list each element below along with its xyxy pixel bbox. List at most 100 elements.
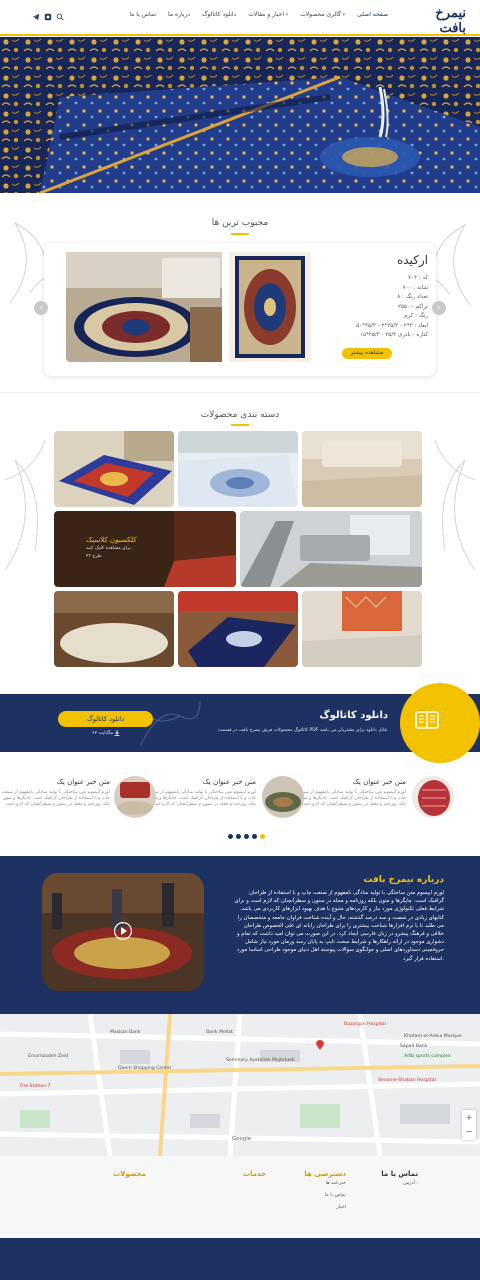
spec-density: تراکم : ۲۵۵۰ [397, 303, 428, 310]
view-more-button[interactable]: مشاهده بیشتر [342, 348, 392, 359]
nav-catalog[interactable]: دانلود کاتالوگ [202, 11, 236, 18]
logo-text: نیمرخ بافت [435, 6, 466, 36]
about-text: لورم ایپسوم متن ساختگی با تولید سادگی نا… [234, 890, 445, 962]
classic-collection-count: ۴۲ طرح [86, 554, 102, 559]
footer-link[interactable]: اخبار [276, 1202, 346, 1214]
play-icon[interactable] [114, 922, 132, 940]
spec-code: کد : ۷۰۳ [407, 275, 428, 281]
carousel-dot[interactable] [236, 834, 241, 839]
carousel-dot[interactable] [252, 834, 257, 839]
footer-heading: محصولات [113, 1170, 146, 1178]
categories-title: دسته بندی محصولات [200, 410, 280, 420]
download-icon [114, 730, 120, 736]
section-divider [0, 392, 480, 393]
news-image-3[interactable] [114, 776, 156, 818]
nav-contact[interactable]: تماس با ما [129, 11, 156, 18]
footer-heading: تماس با ما [381, 1170, 418, 1178]
footer-col-products: محصولات [86, 1170, 146, 1178]
news-title-2[interactable]: متن خبر عنوان یک [146, 778, 256, 786]
catalog-description: کاتالوگ محصولات فرش نیمرخ بافت در قسمت P… [218, 728, 388, 733]
spec-reed: شانه : ۷۰۰ [402, 284, 428, 291]
map-label: Qaem Shopping Center [118, 1066, 172, 1071]
nav-about[interactable]: درباره ما [168, 11, 190, 18]
spec-size: ابعاد : ۳*۲ - ۳۵/۳*۲ - ۳۵/۳*۵۰ [356, 322, 428, 329]
map-label: Sevome-Shaban Hospital [378, 1078, 436, 1083]
search-icon[interactable] [56, 13, 64, 21]
news-title-1[interactable]: متن خبر عنوان یک [296, 778, 406, 786]
footer-heading: دسترسی ها [304, 1170, 346, 1178]
category-tile-classic[interactable] [54, 511, 236, 587]
map-label: Bank Mellat [206, 1030, 233, 1035]
floral-ornament-left-2 [4, 439, 46, 571]
footer-link[interactable]: خبرنامه ها [276, 1178, 346, 1190]
about-title: درباره نیمرخ بافت [363, 875, 444, 885]
footer-col-access: دسترسی ها خبرنامه ها تماس با ما اخبار [276, 1170, 346, 1214]
category-tile-7[interactable] [302, 591, 422, 667]
title-underline-2 [231, 424, 249, 426]
product-room-photo[interactable] [66, 252, 222, 362]
book-icon [415, 711, 439, 729]
product-name: ارکیده [396, 253, 428, 267]
floral-ornament-right-2 [434, 439, 476, 571]
product-specs: کد : ۷۰۳ شانه : ۷۰۰ تعداد رنگ : ۸ تراکم … [308, 274, 428, 341]
news-carousel-dots [228, 834, 265, 839]
catalog-title: دانلود کاتالوگ [319, 710, 388, 721]
spec-colors: تعداد رنگ : ۸ [397, 294, 428, 300]
main-nav: صفحه اصلی گالری محصولات اخبار و مقالات د… [129, 11, 388, 18]
map-label: Sepah Bank [400, 1044, 428, 1049]
download-catalog-button[interactable]: دانلود کاتالوگ [58, 711, 153, 727]
location-map[interactable]: Bazargan Hospital Qaem Shopping Center S… [0, 1014, 480, 1156]
news-desc-2: لورم ایپسوم متن ساختگی با تولید سادگی نا… [147, 790, 256, 808]
map-label: Adib sports complex [404, 1054, 451, 1059]
popular-title: محبوب ترین ها [211, 218, 269, 228]
zoom-controls: + − [462, 1110, 476, 1140]
news-image-1[interactable] [412, 776, 454, 818]
zoom-out-icon[interactable]: − [462, 1125, 476, 1138]
title-underline [231, 233, 249, 235]
classic-collection-sub: برای مشاهده کلیک کنید [86, 546, 131, 551]
carousel-dot[interactable] [228, 834, 233, 839]
map-label: Maskan Bank [110, 1030, 141, 1035]
classic-collection-title: کلکسیون کلاسیک [86, 536, 137, 544]
site-logo[interactable]: نیمرخ بافت Nimrokhbaft Carpet [406, 6, 466, 41]
carousel-dot-active[interactable] [260, 834, 265, 839]
nav-news[interactable]: اخبار و مقالات [248, 11, 288, 18]
map-label: Seminary Ayatollah Mojtahedi [226, 1058, 295, 1063]
product-carpet-photo[interactable] [229, 252, 311, 362]
spec-color: رنگ : کرم [404, 313, 428, 319]
footer-link[interactable]: تماس با ما [276, 1190, 346, 1202]
news-desc-1: لورم ایپسوم متن ساختگی با تولید سادگی نا… [297, 790, 406, 808]
carousel-dot[interactable] [244, 834, 249, 839]
telegram-icon[interactable] [32, 13, 40, 21]
category-tile-4[interactable] [240, 511, 422, 587]
footer-address: آدرس : [403, 1181, 418, 1186]
map-label: Khatam-ol-Anbia Mosque [404, 1034, 462, 1039]
nav-gallery[interactable]: گالری محصولات [300, 11, 345, 18]
category-tile-5[interactable] [54, 591, 174, 667]
footer-col-contact: تماس با ما آدرس : [348, 1170, 418, 1190]
site-footer [0, 1156, 480, 1238]
catalog-size: ۶۷ مگابایت [92, 731, 114, 736]
hero-carpet-image [0, 37, 480, 193]
map-label: Bazargan Hospital [344, 1022, 386, 1027]
map-label: Emamzadeh Zeid [28, 1054, 69, 1059]
hero-banner [0, 37, 480, 193]
instagram-icon[interactable] [44, 13, 52, 21]
category-tile-3[interactable] [302, 431, 422, 507]
spec-size-extra: ۱۵*۲۵/۳ - ۲۵/۳ کناره - بادری [359, 332, 428, 338]
news-title-3[interactable]: متن خبر عنوان یک [0, 778, 110, 786]
prev-arrow-icon[interactable]: ‹ [34, 301, 48, 315]
map-google-logo: Google [232, 1136, 252, 1142]
category-tile-2[interactable] [178, 431, 298, 507]
header-icons [32, 13, 64, 21]
news-image-2[interactable] [262, 776, 304, 818]
category-tile-1[interactable] [54, 431, 174, 507]
zoom-in-icon[interactable]: + [462, 1110, 476, 1125]
footer-heading: خدمات [242, 1170, 266, 1178]
footer-col-services: خدمات [206, 1170, 266, 1178]
footer-bottom-bar [0, 1238, 480, 1280]
nav-home[interactable]: صفحه اصلی [357, 11, 388, 18]
news-desc-3: لورم ایپسوم متن ساختگی با تولید سادگی نا… [1, 790, 110, 808]
category-tile-6[interactable] [178, 591, 298, 667]
next-arrow-icon[interactable]: › [432, 301, 446, 315]
